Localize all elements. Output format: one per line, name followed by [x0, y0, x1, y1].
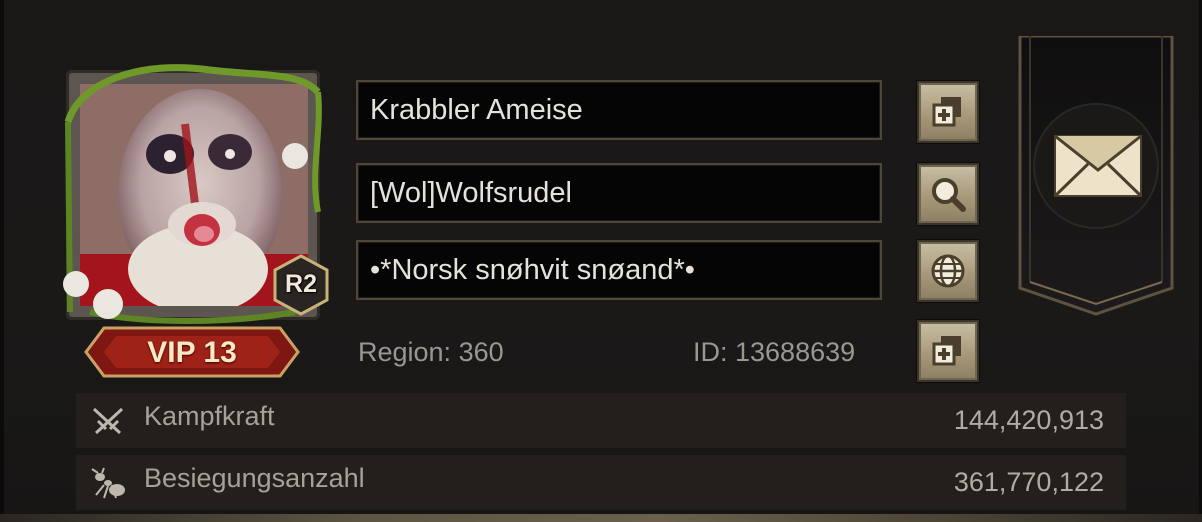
copy-icon: [932, 97, 961, 127]
stat-value: 361,770,122: [953, 467, 1104, 497]
stat-row-kills: Besiegungsanzahl 361,770,122: [76, 455, 1126, 510]
player-name-text: Krabbler Ameise: [370, 93, 583, 126]
copy-name-button[interactable]: [917, 81, 979, 143]
player-id-label: ID: 13688639: [693, 337, 856, 367]
copy-id-button[interactable]: [917, 320, 979, 382]
stat-label: Kampfkraft: [144, 401, 275, 431]
alliance-name-field[interactable]: [Wol]Wolfsrudel: [356, 163, 882, 223]
region-label: Region: 360: [358, 337, 504, 367]
rank-label: R2: [285, 270, 317, 298]
motto-text: •*Norsk snøhvit snøand*•: [370, 253, 695, 286]
magnifier-icon: [932, 178, 966, 212]
copy-icon: [932, 336, 961, 366]
ant-icon: [91, 467, 125, 499]
search-alliance-button[interactable]: [917, 163, 979, 225]
language-button[interactable]: [917, 240, 979, 302]
crossed-swords-icon: [92, 407, 124, 435]
alliance-name-text: [Wol]Wolfsrudel: [370, 176, 572, 209]
stat-row-combat-power: Kampfkraft 144,420,913: [76, 393, 1126, 448]
envelope-icon: [1053, 134, 1143, 198]
stat-value: 144,420,913: [953, 405, 1104, 435]
stat-label: Besiegungsanzahl: [144, 463, 365, 493]
bottom-divider: [0, 514, 1202, 522]
motto-field[interactable]: •*Norsk snøhvit snøand*•: [356, 240, 882, 300]
vip-label: VIP 13: [147, 336, 237, 369]
panel-left-edge: [0, 0, 4, 522]
globe-icon: [931, 254, 965, 288]
player-name-field[interactable]: Krabbler Ameise: [356, 80, 882, 140]
